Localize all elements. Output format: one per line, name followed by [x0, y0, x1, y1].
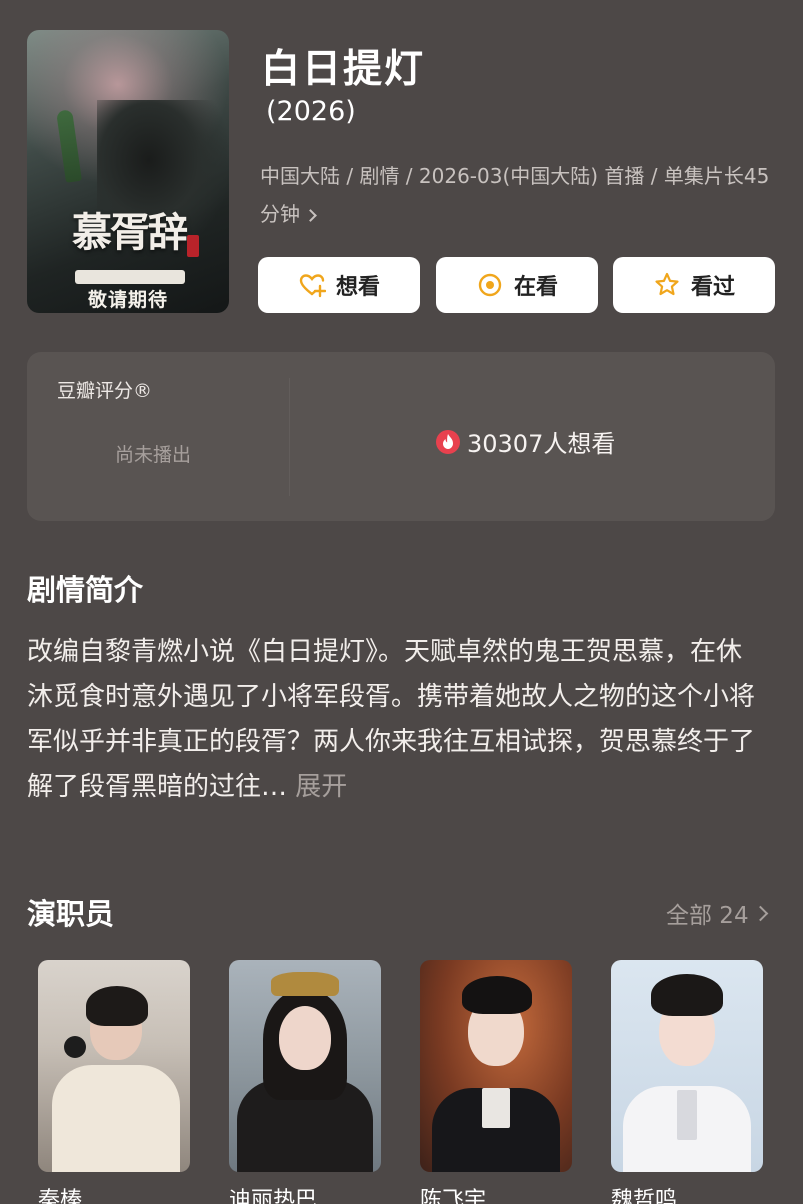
cast-photo [229, 960, 381, 1172]
cast-all-link[interactable]: 全部 24 [666, 896, 768, 930]
plot-summary[interactable]: 改编自黎青燃小说《白日提灯》。天赋卓然的鬼王贺思慕，在休沐觅食时意外遇见了小将军… [27, 630, 757, 810]
douban-rating-label: 豆瓣评分® [57, 380, 153, 402]
cast-name: 陈飞宇 [420, 1188, 487, 1204]
release-year: (2026) [266, 96, 356, 127]
cast-card[interactable]: 魏哲鸣 [611, 960, 763, 1204]
cast-name: 迪丽热巴 [229, 1188, 318, 1204]
watched-button[interactable]: 看过 [613, 257, 775, 313]
poster-image[interactable]: 慕胥辞 敬请期待 [27, 30, 229, 313]
star-icon [655, 272, 679, 296]
cast-all-label: 全部 24 [666, 903, 749, 929]
target-circle-icon [478, 273, 502, 297]
cast-photo [611, 960, 763, 1172]
cast-name: 秦榛 [38, 1188, 83, 1204]
cast-card[interactable]: 迪丽热巴 [229, 960, 381, 1204]
want-count: 30307人想看 [435, 424, 615, 459]
rating-divider [289, 378, 290, 496]
watching-button[interactable]: 在看 [436, 257, 598, 313]
chevron-right-icon [752, 905, 768, 921]
cast-card[interactable]: 陈飞宇 [420, 960, 572, 1204]
plot-text: 改编自黎青燃小说《白日提灯》。天赋卓然的鬼王贺思慕，在休沐觅食时意外遇见了小将军… [27, 637, 756, 802]
poster-band [75, 270, 185, 284]
cast-photo [38, 960, 190, 1172]
meta-text: 中国大陆 / 剧情 / 2026-03(中国大陆) 首播 / 单集片长45分钟 [260, 164, 770, 226]
cast-card[interactable]: 秦榛 [38, 960, 190, 1204]
poster-seal [187, 235, 199, 257]
want-to-watch-button[interactable]: 想看 [258, 257, 420, 313]
cast-photo [420, 960, 572, 1172]
chevron-right-icon [304, 209, 317, 222]
meta-info[interactable]: 中国大陆 / 剧情 / 2026-03(中国大陆) 首播 / 单集片长45分钟 [260, 157, 780, 233]
poster-release-text: 敬请期待 [87, 289, 168, 311]
rating-card[interactable]: 豆瓣评分® 尚未播出 30307人想看 [27, 352, 775, 521]
watching-label: 在看 [513, 275, 558, 300]
want-count-text: 30307人想看 [467, 430, 616, 458]
expand-link[interactable]: 展开 [295, 772, 347, 802]
poster-title-art: 慕胥辞 [72, 209, 188, 256]
cast-name: 魏哲鸣 [611, 1188, 678, 1204]
plot-heading: 剧情简介 [27, 573, 144, 607]
want-to-watch-label: 想看 [335, 275, 380, 300]
page-title: 白日提灯 [261, 47, 426, 92]
cast-heading: 演职员 [27, 897, 115, 931]
heart-plus-icon [299, 274, 326, 298]
rating-status: 尚未播出 [115, 444, 192, 466]
flame-icon [436, 429, 460, 454]
watched-label: 看过 [690, 275, 735, 300]
